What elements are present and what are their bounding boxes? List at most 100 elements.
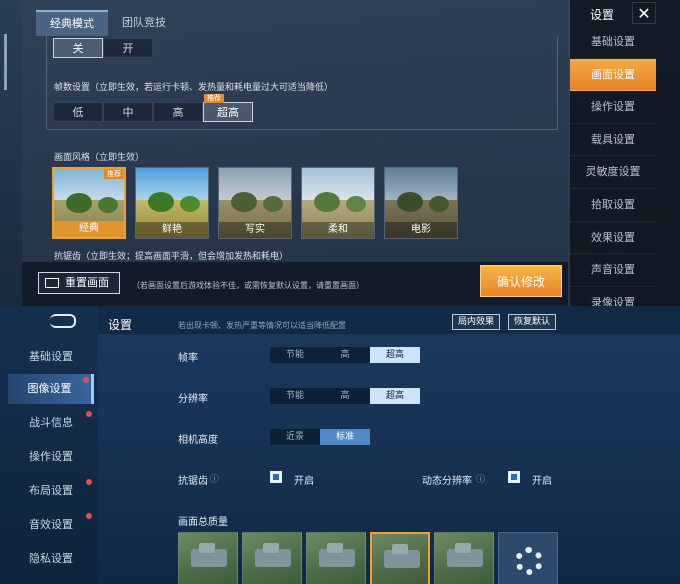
recommended-badge: 推荐 bbox=[104, 169, 124, 179]
tab-team-deathmatch[interactable]: 团队竞技 bbox=[108, 10, 180, 36]
in-game-effect-button[interactable]: 局内效果 bbox=[452, 314, 501, 330]
side-item-vehicle[interactable]: 载具设置 bbox=[570, 124, 656, 157]
quality-card[interactable] bbox=[434, 532, 494, 584]
anti-aliasing-label: 抗锯齿（立即生效；提高画面平滑，但会增加发热和耗电） bbox=[54, 252, 289, 262]
side-item-sound[interactable]: 声音设置 bbox=[570, 254, 656, 287]
nav-item-image[interactable]: 图像设置 bbox=[8, 374, 94, 404]
frame-rate-high[interactable]: 高 bbox=[320, 347, 370, 363]
fps-setting-label: 帧数设置（立即生效，若运行卡顿、发热量和耗电量过大可适当降低） bbox=[54, 83, 334, 93]
side-item-effects[interactable]: 效果设置 bbox=[570, 222, 656, 255]
top-settings-panel: 经典模式 团队竞技 关 开 帧数设置（立即生效，若运行卡顿、发热量和耗电量过大可… bbox=[0, 0, 680, 306]
frame-rate-selector: 节能 高 超高 bbox=[270, 347, 420, 363]
nav-item-label: 操作设置 bbox=[29, 450, 73, 463]
restore-default-button[interactable]: 恢复默认 bbox=[508, 314, 557, 330]
dynamic-resolution-value: 开启 bbox=[532, 476, 552, 487]
anti-aliasing-value: 开启 bbox=[294, 476, 314, 487]
tree-shape bbox=[314, 192, 340, 212]
side-item-recording[interactable]: 录像设置 bbox=[570, 287, 656, 306]
style-card-vivid[interactable]: 鲜艳 bbox=[135, 167, 209, 239]
onoff-toggle: 关 开 bbox=[53, 38, 153, 58]
resolution-eco[interactable]: 节能 bbox=[270, 388, 320, 404]
nav-item-label: 隐私设置 bbox=[29, 552, 73, 565]
nav-item-label: 战斗信息 bbox=[29, 416, 73, 429]
nav-item-basic[interactable]: 基础设置 bbox=[8, 342, 94, 372]
close-icon[interactable]: ✕ bbox=[632, 2, 656, 24]
style-card-realistic[interactable]: 写实 bbox=[218, 167, 292, 239]
quality-card[interactable] bbox=[242, 532, 302, 584]
camera-standard[interactable]: 标准 bbox=[320, 429, 370, 445]
dynamic-resolution-checkbox[interactable] bbox=[508, 471, 520, 483]
style-picker: 推荐 经典 鲜艳 写实 柔和 电影 bbox=[52, 167, 458, 239]
style-card-classic[interactable]: 推荐 经典 bbox=[52, 167, 126, 239]
tree-shape bbox=[98, 197, 118, 213]
option-on[interactable]: 开 bbox=[103, 38, 153, 58]
nav-item-sound[interactable]: 音效设置 bbox=[8, 510, 94, 540]
quality-card[interactable] bbox=[178, 532, 238, 584]
background-pole bbox=[4, 34, 7, 90]
resolution-ultra[interactable]: 超高 bbox=[370, 388, 420, 404]
reset-hint: （若画面设置后游戏体验不佳，或需恢复默认设置，请重置画面） bbox=[132, 281, 364, 290]
option-off[interactable]: 关 bbox=[53, 38, 103, 58]
recommended-badge: 推荐 bbox=[204, 94, 224, 103]
notification-dot bbox=[86, 479, 92, 485]
tree-shape bbox=[231, 192, 257, 212]
help-icon[interactable]: ⓘ bbox=[476, 472, 485, 485]
style-caption: 柔和 bbox=[302, 222, 374, 238]
style-caption: 经典 bbox=[54, 221, 124, 237]
nav-item-label: 基础设置 bbox=[29, 350, 73, 363]
reset-graphics-label: 重置画面 bbox=[65, 276, 109, 289]
quality-card-custom[interactable] bbox=[498, 532, 558, 584]
tree-shape bbox=[397, 192, 423, 212]
performance-hint: 若出现卡顿、发热严重等情况可以适当降低配置 bbox=[178, 321, 346, 330]
style-sky bbox=[302, 168, 374, 200]
dynamic-resolution-label: 动态分辨率 bbox=[422, 476, 472, 487]
confirm-changes-button[interactable]: 确认修改 bbox=[480, 265, 562, 297]
fps-selector: 低 中 高 推荐 超高 bbox=[53, 94, 253, 122]
resolution-label: 分辨率 bbox=[178, 394, 208, 405]
tree-shape bbox=[263, 196, 283, 212]
side-item-basic[interactable]: 基础设置 bbox=[570, 26, 656, 59]
anti-aliasing-label: 抗锯齿 bbox=[178, 476, 208, 487]
anti-aliasing-checkbox[interactable] bbox=[270, 471, 282, 483]
settings-side-menu: 设置 ✕ 基础设置 画面设置 操作设置 载具设置 灵敏度设置 拾取设置 效果设置… bbox=[570, 0, 680, 306]
back-logo-icon[interactable] bbox=[50, 314, 76, 328]
reset-icon bbox=[45, 278, 59, 288]
nav-item-controls[interactable]: 操作设置 bbox=[8, 442, 94, 472]
bottom-nav: 基础设置 图像设置 战斗信息 操作设置 布局设置 音效设置 隐私设置 bbox=[0, 306, 98, 584]
style-card-cinema[interactable]: 电影 bbox=[384, 167, 458, 239]
side-item-controls[interactable]: 操作设置 bbox=[570, 91, 656, 124]
side-item-graphics[interactable]: 画面设置 bbox=[570, 58, 656, 92]
tank-turret-icon bbox=[392, 544, 408, 554]
help-icon[interactable]: ⓘ bbox=[210, 472, 219, 485]
resolution-high[interactable]: 高 bbox=[320, 388, 370, 404]
style-card-soft[interactable]: 柔和 bbox=[301, 167, 375, 239]
fps-medium[interactable]: 中 bbox=[103, 102, 153, 122]
tree-shape bbox=[180, 196, 200, 212]
bottom-settings-panel: 基础设置 图像设置 战斗信息 操作设置 布局设置 音效设置 隐私设置 设置 若出… bbox=[0, 306, 680, 584]
fps-ultra[interactable]: 推荐 超高 bbox=[203, 94, 253, 122]
fps-low[interactable]: 低 bbox=[53, 102, 103, 122]
nav-item-layout[interactable]: 布局设置 bbox=[8, 476, 94, 506]
fps-high[interactable]: 高 bbox=[153, 102, 203, 122]
quality-card[interactable] bbox=[306, 532, 366, 584]
tree-shape bbox=[346, 196, 366, 212]
tree-shape bbox=[148, 192, 174, 212]
side-item-pickup[interactable]: 拾取设置 bbox=[570, 189, 656, 222]
style-sky bbox=[136, 168, 208, 200]
nav-item-privacy[interactable]: 隐私设置 bbox=[8, 544, 94, 574]
quality-card-selected[interactable] bbox=[370, 532, 430, 584]
frame-rate-eco[interactable]: 节能 bbox=[270, 347, 320, 363]
tab-classic-mode[interactable]: 经典模式 bbox=[36, 10, 108, 36]
camera-height-label: 相机高度 bbox=[178, 435, 218, 446]
side-menu-list: 基础设置 画面设置 操作设置 载具设置 灵敏度设置 拾取设置 效果设置 声音设置… bbox=[570, 26, 656, 306]
frame-rate-ultra[interactable]: 超高 bbox=[370, 347, 420, 363]
tank-turret-icon bbox=[327, 543, 343, 553]
fps-ultra-label: 超高 bbox=[217, 106, 239, 119]
reset-graphics-button[interactable]: 重置画面 bbox=[38, 272, 120, 294]
frame-rate-label: 帧率 bbox=[178, 353, 198, 364]
side-item-sensitivity[interactable]: 灵敏度设置 bbox=[570, 156, 656, 189]
nav-item-label: 图像设置 bbox=[27, 382, 72, 395]
camera-near[interactable]: 近景 bbox=[270, 429, 320, 445]
nav-item-label: 布局设置 bbox=[29, 484, 73, 497]
nav-item-combat-info[interactable]: 战斗信息 bbox=[8, 408, 94, 438]
